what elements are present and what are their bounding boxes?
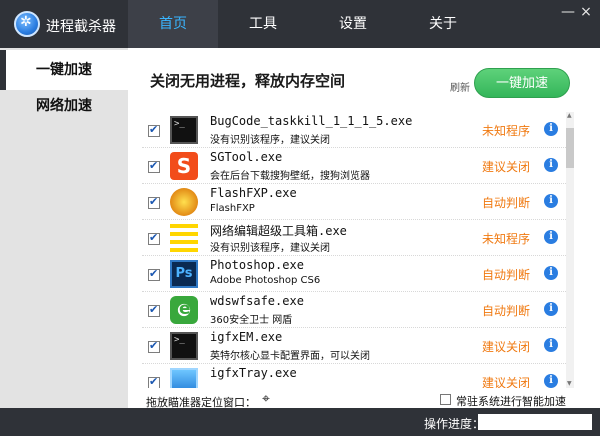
sidebar-item-label: 一键加速 bbox=[36, 62, 92, 78]
info-icon[interactable]: i bbox=[544, 266, 558, 280]
360-safe-icon bbox=[170, 296, 198, 324]
process-status: 自动判断 bbox=[482, 196, 531, 210]
process-desc: 会在后台下载搜狗壁纸，搜狗浏览器 bbox=[210, 171, 370, 182]
page-title: 关闭无用进程，释放内存空间 bbox=[150, 72, 346, 90]
app-title: 进程截杀器 bbox=[46, 19, 116, 35]
crosshair-icon[interactable]: ⌖ bbox=[262, 391, 270, 407]
info-icon[interactable]: i bbox=[544, 194, 558, 208]
process-name: 网络编辑超级工具箱.exe bbox=[210, 224, 347, 238]
process-status: 自动判断 bbox=[482, 304, 531, 318]
process-name: Photoshop.exe bbox=[210, 258, 304, 272]
sidebar-item-network-accelerate[interactable]: 网络加速 bbox=[0, 86, 128, 126]
process-checkbox[interactable] bbox=[148, 339, 160, 353]
toolbox-icon bbox=[170, 224, 198, 252]
list-scrollbar[interactable]: ▲ ▼ bbox=[566, 112, 574, 388]
list-item[interactable]: FlashFXP.exe FlashFXP 自动判断 i bbox=[142, 184, 566, 220]
intel-tray-icon bbox=[170, 368, 198, 388]
photoshop-icon: Ps bbox=[170, 260, 198, 288]
process-name: wdswfsafe.exe bbox=[210, 294, 304, 308]
sogou-icon: S bbox=[170, 152, 198, 180]
list-item[interactable]: 网络编辑超级工具箱.exe 没有识别该程序，建议关闭 未知程序 i bbox=[142, 220, 566, 256]
one-click-accelerate-button[interactable]: 一键加速 bbox=[474, 68, 570, 98]
process-desc: 英特尔核心显卡配置界面，可以关闭 bbox=[210, 351, 370, 362]
scroll-up-icon[interactable]: ▲ bbox=[567, 112, 572, 119]
minimize-button[interactable]: — bbox=[560, 4, 576, 20]
info-icon[interactable]: i bbox=[544, 158, 558, 172]
flashfxp-icon bbox=[170, 188, 198, 216]
process-desc: Adobe Photoshop CS6 bbox=[210, 275, 321, 286]
process-name: BugCode_taskkill_1_1_1_5.exe bbox=[210, 114, 413, 128]
list-item[interactable]: igfxEM.exe 英特尔核心显卡配置界面，可以关闭 建议关闭 i bbox=[142, 328, 566, 364]
process-checkbox[interactable] bbox=[148, 231, 160, 245]
console-icon bbox=[170, 332, 198, 360]
progress-bar bbox=[478, 414, 592, 430]
tab-about[interactable]: 关于 bbox=[398, 0, 488, 48]
process-list: BugCode_taskkill_1_1_1_5.exe 没有识别该程序，建议关… bbox=[142, 112, 566, 388]
process-checkbox[interactable] bbox=[148, 123, 160, 137]
refresh-link[interactable]: 刷新 bbox=[450, 79, 470, 94]
process-status: 建议关闭 bbox=[482, 340, 531, 354]
info-icon[interactable]: i bbox=[544, 122, 558, 136]
process-name: SGTool.exe bbox=[210, 150, 283, 164]
status-bar: 操作进度： bbox=[0, 408, 600, 436]
list-item[interactable]: igfxTray.exe 建议关闭 i bbox=[142, 364, 566, 388]
tab-home[interactable]: 首页 bbox=[128, 0, 218, 48]
console-icon bbox=[170, 116, 198, 144]
process-checkbox[interactable] bbox=[148, 303, 160, 317]
list-item[interactable]: wdswfsafe.exe 360安全卫士 网盾 自动判断 i bbox=[142, 292, 566, 328]
process-status: 建议关闭 bbox=[482, 160, 531, 174]
sidebar-active-indicator bbox=[0, 50, 6, 90]
process-checkbox[interactable] bbox=[148, 159, 160, 173]
info-icon[interactable]: i bbox=[544, 338, 558, 352]
list-item[interactable]: S SGTool.exe 会在后台下载搜狗壁纸，搜狗浏览器 建议关闭 i bbox=[142, 148, 566, 184]
tab-tools[interactable]: 工具 bbox=[218, 0, 308, 48]
scroll-down-icon[interactable]: ▼ bbox=[567, 380, 572, 387]
app-logo-icon bbox=[14, 11, 40, 37]
sidebar-item-one-click-accelerate[interactable]: 一键加速 bbox=[0, 50, 128, 90]
process-status: 未知程序 bbox=[482, 124, 531, 138]
process-name: igfxEM.exe bbox=[210, 330, 283, 344]
info-icon[interactable]: i bbox=[544, 230, 558, 244]
list-item[interactable]: BugCode_taskkill_1_1_1_5.exe 没有识别该程序，建议关… bbox=[142, 112, 566, 148]
process-name: FlashFXP.exe bbox=[210, 186, 297, 200]
process-checkbox[interactable] bbox=[148, 267, 160, 281]
list-item[interactable]: Ps Photoshop.exe Adobe Photoshop CS6 自动判… bbox=[142, 256, 566, 292]
process-desc: 360安全卫士 网盾 bbox=[210, 315, 293, 326]
sidebar: 一键加速 网络加速 bbox=[0, 48, 128, 408]
process-checkbox[interactable] bbox=[148, 195, 160, 209]
process-status: 建议关闭 bbox=[482, 376, 531, 388]
process-status: 自动判断 bbox=[482, 268, 531, 282]
process-desc: 没有识别该程序，建议关闭 bbox=[210, 135, 330, 146]
process-desc: FlashFXP bbox=[210, 203, 255, 214]
sidebar-item-label: 网络加速 bbox=[36, 98, 92, 114]
smart-accelerate-label[interactable]: 常驻系统进行智能加速 bbox=[456, 393, 566, 409]
info-icon[interactable]: i bbox=[544, 374, 558, 388]
smart-accelerate-checkbox[interactable] bbox=[440, 394, 451, 405]
title-bar: 进程截杀器 首页 工具 设置 关于 — × bbox=[0, 0, 600, 48]
scroll-thumb[interactable] bbox=[566, 128, 574, 168]
main-panel: 关闭无用进程，释放内存空间 刷新 一键加速 BugCode_taskkill_1… bbox=[128, 48, 600, 409]
progress-label: 操作进度： bbox=[424, 417, 485, 431]
process-desc: 没有识别该程序，建议关闭 bbox=[210, 243, 330, 254]
process-status: 未知程序 bbox=[482, 232, 531, 246]
process-checkbox[interactable] bbox=[148, 375, 160, 388]
close-button[interactable]: × bbox=[578, 4, 594, 20]
tab-settings[interactable]: 设置 bbox=[308, 0, 398, 48]
process-name: igfxTray.exe bbox=[210, 366, 297, 380]
info-icon[interactable]: i bbox=[544, 302, 558, 316]
